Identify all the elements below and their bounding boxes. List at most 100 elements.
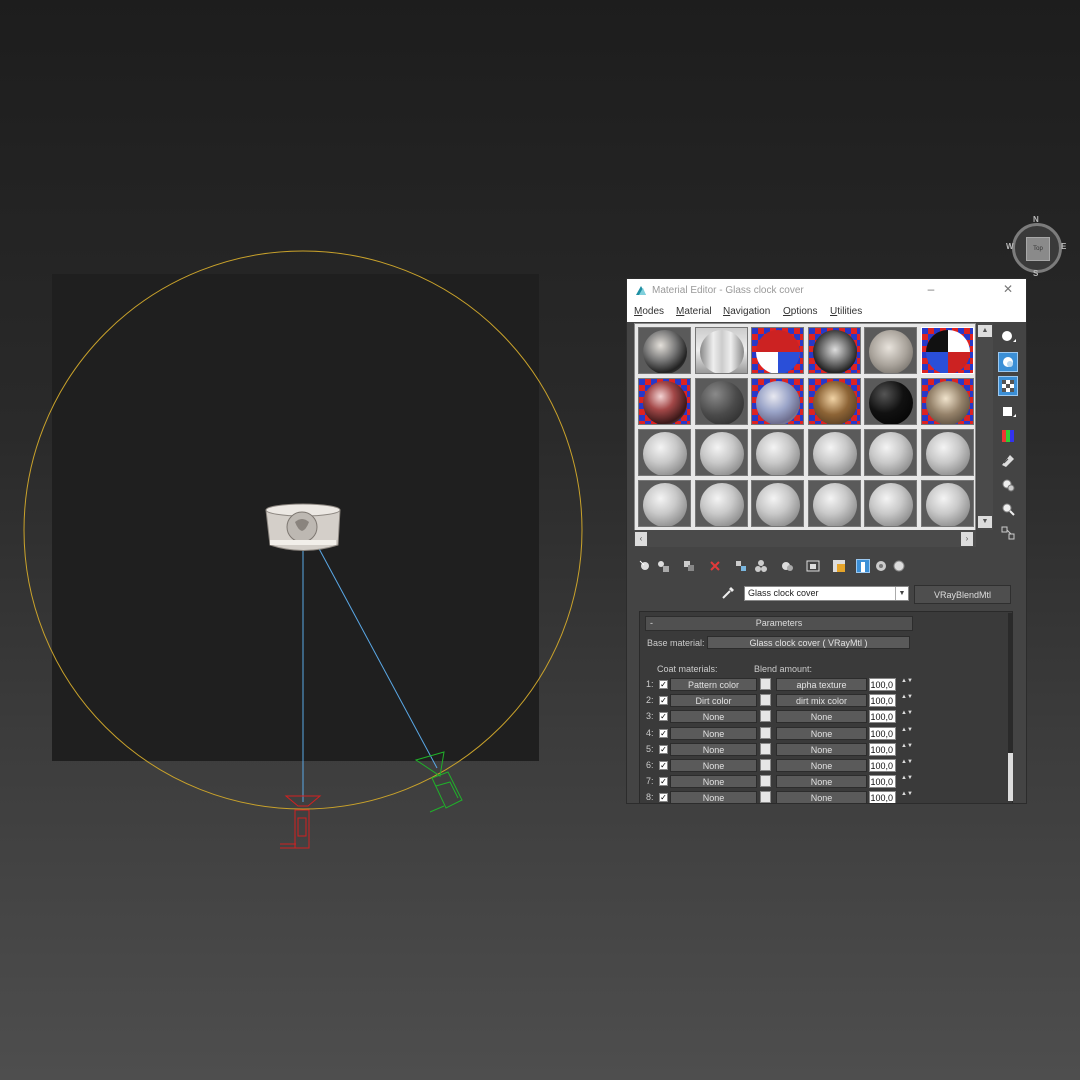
make-unique-icon[interactable] [734, 559, 748, 573]
spinner-arrows-icon[interactable]: ▲▼ [901, 743, 913, 756]
slots-vertical-scrollbar[interactable]: ▲ ▼ [977, 323, 993, 530]
assign-to-selection-icon[interactable] [682, 559, 696, 573]
select-by-material-icon[interactable] [998, 499, 1018, 519]
sample-type-sphere-icon[interactable] [998, 327, 1018, 347]
sample-slot-default[interactable] [694, 429, 748, 476]
coat-material-button[interactable]: None [670, 742, 757, 756]
pick-material-icon[interactable] [892, 559, 906, 573]
coat-color-swatch[interactable] [760, 710, 771, 723]
sample-slot-default[interactable] [807, 480, 861, 527]
sample-slot-default[interactable] [864, 429, 917, 476]
coat-enable-checkbox[interactable]: ✓ [659, 793, 668, 803]
put-to-scene-icon[interactable] [656, 559, 670, 573]
close-button[interactable]: ✕ [999, 282, 1017, 296]
menu-utilities[interactable]: Utilities [830, 306, 862, 317]
blend-map-button[interactable]: None [776, 759, 867, 772]
blend-amount-input[interactable]: 100,0 [869, 694, 896, 708]
spinner-arrows-icon[interactable]: ▲▼ [901, 710, 913, 723]
coat-enable-checkbox[interactable]: ✓ [659, 712, 668, 722]
backlight-icon[interactable] [998, 352, 1018, 372]
spinner-arrows-icon[interactable]: ▲▼ [901, 759, 913, 772]
sample-slot-pattern-sphere[interactable] [638, 327, 691, 374]
coat-enable-checkbox[interactable]: ✓ [659, 744, 668, 754]
scroll-down-icon[interactable]: ▼ [978, 516, 992, 528]
go-forward-sibling-icon[interactable] [874, 559, 888, 573]
get-material-icon[interactable] [638, 559, 652, 573]
material-map-navigator-icon[interactable] [998, 523, 1018, 543]
coat-color-swatch[interactable] [760, 791, 771, 803]
sample-slot-default[interactable] [694, 480, 748, 527]
coat-color-swatch[interactable] [760, 742, 771, 755]
viewcube[interactable]: Top N S E W [1006, 215, 1068, 279]
blend-amount-input[interactable]: 100,0 [869, 710, 896, 724]
coat-material-button[interactable]: None [670, 759, 757, 772]
spinner-arrows-icon[interactable]: ▲▼ [901, 791, 913, 803]
put-to-library-icon[interactable] [754, 559, 768, 573]
sample-slot-checker-sphere-selected[interactable] [920, 327, 974, 374]
make-preview-icon[interactable] [998, 451, 1018, 471]
background-checker-icon[interactable] [998, 376, 1018, 396]
scroll-left-icon[interactable]: ‹ [635, 532, 647, 546]
sample-slot-default[interactable] [864, 480, 917, 527]
coat-color-swatch[interactable] [760, 726, 771, 739]
blend-map-button[interactable]: None [776, 791, 867, 803]
blend-amount-input[interactable]: 100,0 [869, 726, 896, 740]
material-type-button[interactable]: VRayBlendMtl [914, 585, 1011, 604]
coat-color-swatch[interactable] [760, 694, 771, 707]
blend-amount-input[interactable]: 100,0 [869, 791, 896, 803]
spinner-arrows-icon[interactable]: ▲▼ [901, 775, 913, 788]
rollout-collapse-toggle[interactable]: - [650, 617, 653, 630]
coat-enable-checkbox[interactable]: ✓ [659, 728, 668, 738]
sample-slot-checker-object[interactable] [807, 327, 861, 374]
viewcube-face-top[interactable]: Top [1026, 237, 1050, 261]
parameters-rollout-header[interactable]: - Parameters [645, 616, 913, 631]
sample-slot-glass-sphere[interactable] [638, 378, 691, 425]
sample-slot-default[interactable] [638, 429, 691, 476]
sample-slot-metal-object[interactable] [920, 378, 974, 425]
sample-uv-tiling-icon[interactable] [998, 402, 1018, 422]
spinner-arrows-icon[interactable]: ▲▼ [901, 727, 913, 740]
scroll-up-icon[interactable]: ▲ [978, 325, 992, 337]
chevron-down-icon[interactable]: ▼ [895, 587, 908, 600]
sample-slot-default[interactable] [751, 480, 804, 527]
eyedropper-icon[interactable] [721, 586, 735, 600]
sample-slot-default[interactable] [751, 429, 804, 476]
blend-map-button[interactable]: None [776, 726, 867, 740]
sample-slot-bronze-object[interactable] [807, 378, 861, 425]
sample-slot-checker-light[interactable] [751, 378, 804, 425]
material-editor-window[interactable]: Material Editor - Glass clock cover – ✕ … [627, 279, 1026, 803]
sample-slot-checker-sphere[interactable] [751, 327, 804, 374]
coat-enable-checkbox[interactable]: ✓ [659, 680, 668, 689]
coat-enable-checkbox[interactable]: ✓ [659, 696, 668, 706]
sample-slot-default[interactable] [920, 429, 974, 476]
sample-slot-default[interactable] [807, 429, 861, 476]
coat-color-swatch[interactable] [760, 759, 771, 771]
blend-amount-input[interactable]: 100,0 [869, 759, 896, 772]
options-icon[interactable] [998, 475, 1018, 495]
show-map-in-viewport-icon[interactable] [806, 559, 820, 573]
coat-material-button[interactable]: Pattern color [670, 678, 757, 691]
coat-material-button[interactable]: None [670, 775, 757, 789]
coat-enable-checkbox[interactable]: ✓ [659, 761, 668, 770]
sample-slot-dark-gray[interactable] [694, 378, 748, 425]
go-to-parent-icon[interactable] [856, 559, 870, 573]
reset-map-icon[interactable] [708, 559, 722, 573]
blend-map-button[interactable]: None [776, 742, 867, 756]
video-color-check-icon[interactable] [998, 426, 1018, 446]
menu-material[interactable]: Material [676, 306, 712, 317]
blend-amount-input[interactable]: 100,0 [869, 678, 896, 691]
coat-material-button[interactable]: None [670, 710, 757, 724]
coat-material-button[interactable]: Dirt color [670, 694, 757, 708]
show-end-result-icon[interactable] [832, 559, 846, 573]
sample-slot-clock-object[interactable] [864, 327, 917, 374]
parameters-scrollbar[interactable] [1008, 613, 1013, 801]
coat-material-button[interactable]: None [670, 791, 757, 803]
sample-slot-default[interactable] [920, 480, 974, 527]
blend-map-button[interactable]: dirt mix color [776, 694, 867, 708]
spinner-arrows-icon[interactable]: ▲▼ [901, 694, 913, 707]
blend-amount-input[interactable]: 100,0 [869, 742, 896, 756]
coat-enable-checkbox[interactable]: ✓ [659, 777, 668, 787]
coat-material-button[interactable]: None [670, 726, 757, 740]
scrollbar-thumb[interactable] [1008, 753, 1013, 801]
sample-slot-hall-env[interactable] [694, 327, 748, 374]
